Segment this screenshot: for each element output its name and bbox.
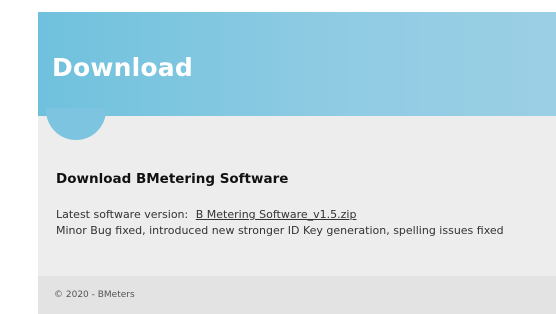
version-line: Latest software version: B Metering Soft… (56, 207, 356, 222)
footer-copyright: © 2020 - BMeters (54, 290, 135, 300)
footer: © 2020 - BMeters (38, 276, 556, 314)
hero-banner: Download (38, 12, 556, 116)
changelog-text: Minor Bug fixed, introduced new stronger… (56, 224, 504, 237)
download-section: Download BMetering Software Latest softw… (38, 116, 556, 276)
page-frame: Download Download BMetering Software Lat… (38, 12, 556, 314)
download-file-link[interactable]: B Metering Software_v1.5.zip (196, 208, 357, 221)
version-label: Latest software version: (56, 208, 189, 221)
page-title: Download (52, 53, 193, 82)
section-heading: Download BMetering Software (56, 171, 289, 187)
